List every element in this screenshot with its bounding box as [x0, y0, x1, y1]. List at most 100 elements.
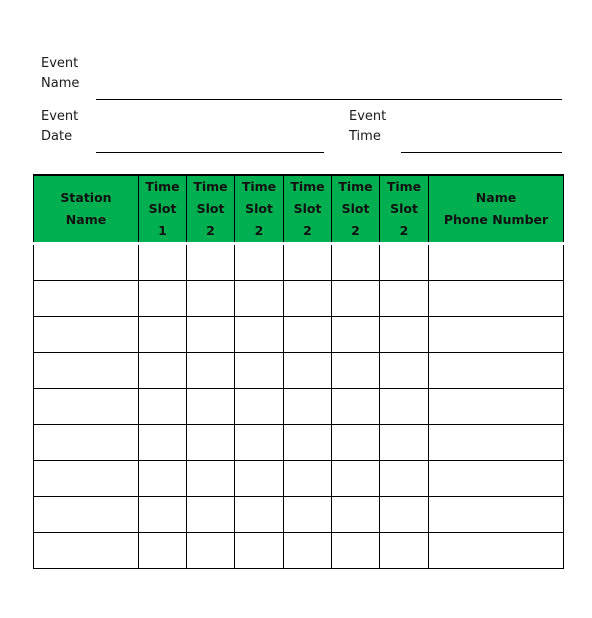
table-cell-name-phone-number[interactable] — [428, 496, 564, 533]
table-cell-station-name[interactable] — [33, 424, 139, 461]
table-cell-time-slot-2b[interactable] — [234, 316, 284, 353]
table-cell-time-slot-2d[interactable] — [331, 424, 380, 461]
table-cell-time-slot-1[interactable] — [138, 352, 187, 389]
table-cell-time-slot-2e[interactable] — [379, 352, 429, 389]
table-cell-time-slot-2b[interactable] — [234, 280, 284, 317]
column-header-text: Time — [386, 179, 422, 194]
event-time-field[interactable] — [401, 152, 562, 153]
table-cell-time-slot-2a[interactable] — [186, 496, 235, 533]
table-row — [33, 316, 564, 353]
table-cell-time-slot-2c[interactable] — [283, 352, 332, 389]
table-cell-time-slot-2a[interactable] — [186, 352, 235, 389]
column-header-time-slot-2a: Time Slot 2 — [186, 174, 235, 244]
table-cell-station-name[interactable] — [33, 496, 139, 533]
table-cell-time-slot-2a[interactable] — [186, 280, 235, 317]
table-cell-time-slot-2a[interactable] — [186, 532, 235, 569]
column-header-text: 2 — [206, 223, 215, 238]
table-cell-time-slot-2d[interactable] — [331, 496, 380, 533]
table-cell-time-slot-1[interactable] — [138, 460, 187, 497]
header-row: Station Name Time Slot 1 Time Slot 2 Time Slot 2 Ti… — [33, 174, 564, 244]
table-cell-time-slot-2d[interactable] — [331, 532, 380, 569]
table-cell-station-name[interactable] — [33, 460, 139, 497]
table-cell-time-slot-2b[interactable] — [234, 388, 284, 425]
table-cell-name-phone-number[interactable] — [428, 424, 564, 461]
event-time-label-line1: Event — [349, 109, 387, 124]
table-cell-time-slot-1[interactable] — [138, 316, 187, 353]
table-cell-time-slot-2e[interactable] — [379, 280, 429, 317]
table-cell-time-slot-2a[interactable] — [186, 388, 235, 425]
column-header-text: Station — [60, 190, 112, 205]
column-header-text: Slot — [196, 201, 225, 216]
table-cell-time-slot-2b[interactable] — [234, 243, 284, 281]
event-time-label-line2: Time — [349, 129, 381, 144]
table-cell-station-name[interactable] — [33, 280, 139, 317]
table-cell-name-phone-number[interactable] — [428, 460, 564, 497]
table-cell-time-slot-2e[interactable] — [379, 496, 429, 533]
table-cell-time-slot-2a[interactable] — [186, 243, 235, 281]
table-cell-station-name[interactable] — [33, 352, 139, 389]
table-cell-time-slot-2d[interactable] — [331, 460, 380, 497]
table-cell-time-slot-2b[interactable] — [234, 496, 284, 533]
table-cell-time-slot-2e[interactable] — [379, 316, 429, 353]
table-cell-time-slot-2c[interactable] — [283, 460, 332, 497]
table-cell-time-slot-2e[interactable] — [379, 424, 429, 461]
table-row — [33, 352, 564, 389]
table-cell-time-slot-2a[interactable] — [186, 424, 235, 461]
table-cell-time-slot-2e[interactable] — [379, 532, 429, 569]
table-cell-time-slot-2d[interactable] — [331, 243, 380, 281]
table-row — [33, 280, 564, 317]
column-header-text: Name — [475, 190, 517, 205]
table-cell-time-slot-2c[interactable] — [283, 424, 332, 461]
table-cell-name-phone-number[interactable] — [428, 316, 564, 353]
column-header-text: 2 — [351, 223, 360, 238]
table-cell-time-slot-2c[interactable] — [283, 496, 332, 533]
table-cell-station-name[interactable] — [33, 532, 139, 569]
table-cell-time-slot-2d[interactable] — [331, 352, 380, 389]
column-header-text: 1 — [158, 223, 167, 238]
event-date-label: Event Date — [41, 107, 78, 147]
table-cell-time-slot-2c[interactable] — [283, 532, 332, 569]
table-row — [33, 243, 564, 281]
table-body — [33, 243, 564, 569]
table-cell-time-slot-2c[interactable] — [283, 316, 332, 353]
table-cell-time-slot-2c[interactable] — [283, 388, 332, 425]
table-cell-time-slot-1[interactable] — [138, 532, 187, 569]
event-time-label: Event Time — [349, 107, 386, 147]
table-cell-time-slot-2c[interactable] — [283, 280, 332, 317]
table-cell-time-slot-2a[interactable] — [186, 316, 235, 353]
table-cell-time-slot-2e[interactable] — [379, 243, 429, 281]
table-row — [33, 388, 564, 425]
table-cell-time-slot-1[interactable] — [138, 424, 187, 461]
table-cell-time-slot-2d[interactable] — [331, 280, 380, 317]
table-cell-time-slot-2c[interactable] — [283, 243, 332, 281]
table-cell-name-phone-number[interactable] — [428, 388, 564, 425]
table-cell-time-slot-1[interactable] — [138, 243, 187, 281]
table-cell-time-slot-2b[interactable] — [234, 532, 284, 569]
table-cell-time-slot-2e[interactable] — [379, 460, 429, 497]
table-cell-name-phone-number[interactable] — [428, 243, 564, 281]
table-cell-time-slot-2b[interactable] — [234, 352, 284, 389]
table-cell-station-name[interactable] — [33, 243, 139, 281]
table-cell-name-phone-number[interactable] — [428, 352, 564, 389]
table-cell-time-slot-2d[interactable] — [331, 316, 380, 353]
table-cell-station-name[interactable] — [33, 316, 139, 353]
event-name-field[interactable] — [96, 99, 562, 100]
column-header-time-slot-2b: Time Slot 2 — [234, 174, 284, 244]
table-cell-station-name[interactable] — [33, 388, 139, 425]
schedule-table: Station Name Time Slot 1 Time Slot 2 Time Slot 2 Ti… — [33, 174, 564, 569]
table-cell-name-phone-number[interactable] — [428, 280, 564, 317]
table-cell-name-phone-number[interactable] — [428, 532, 564, 569]
table-cell-time-slot-2b[interactable] — [234, 460, 284, 497]
table-row — [33, 424, 564, 461]
column-header-text: Slot — [390, 201, 418, 216]
table-cell-time-slot-2a[interactable] — [186, 460, 235, 497]
table-cell-time-slot-1[interactable] — [138, 280, 187, 317]
table-cell-time-slot-2b[interactable] — [234, 424, 284, 461]
table-cell-time-slot-2d[interactable] — [331, 388, 380, 425]
column-header-text: Slot — [341, 201, 370, 216]
table-cell-time-slot-2e[interactable] — [379, 388, 429, 425]
table-cell-time-slot-1[interactable] — [138, 496, 187, 533]
event-date-field[interactable] — [96, 152, 324, 153]
table-cell-time-slot-1[interactable] — [138, 388, 187, 425]
column-header-text: Time — [241, 179, 277, 194]
